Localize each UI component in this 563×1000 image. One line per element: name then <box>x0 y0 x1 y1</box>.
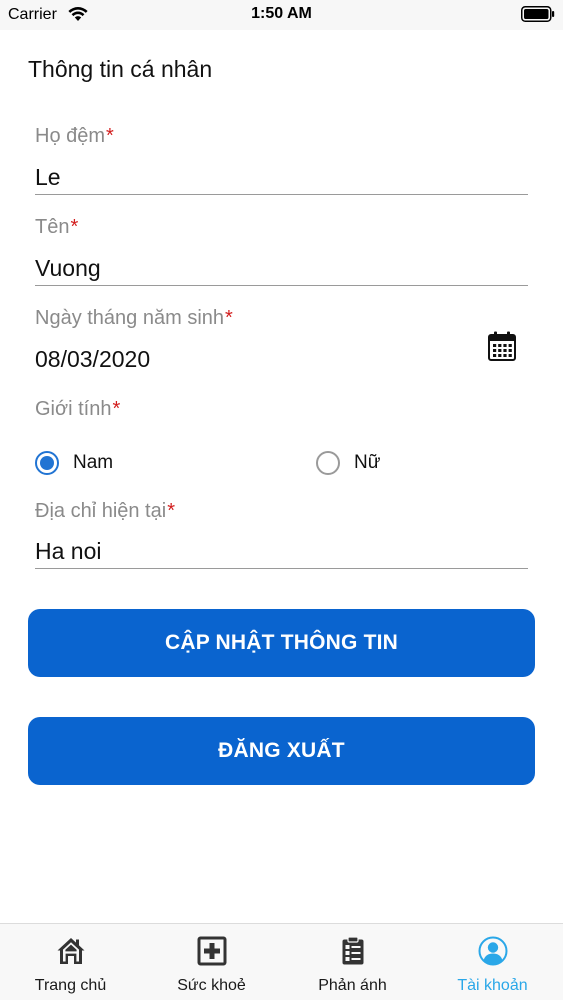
page-title: Thông tin cá nhân <box>28 56 213 82</box>
first-name-label: Tên* <box>35 216 78 239</box>
tab-feedback[interactable]: Phản ánh <box>282 924 423 1000</box>
gender-option-male[interactable]: Nam <box>35 449 113 477</box>
tab-bar: Trang chủ Sức khoẻ Phản ánh Tài khoản <box>0 923 563 1000</box>
first-name-label-text: Tên <box>35 216 70 238</box>
last-name-input[interactable] <box>35 160 528 195</box>
account-icon <box>478 936 507 966</box>
battery-icon <box>521 6 555 22</box>
required-mark: * <box>106 125 114 147</box>
required-mark: * <box>167 500 175 522</box>
radio-checked-icon[interactable] <box>35 451 59 475</box>
birth-date-label-text: Ngày tháng năm sinh <box>35 307 225 329</box>
required-mark: * <box>112 398 121 420</box>
gender-option-label: Nam <box>73 452 114 473</box>
home-icon <box>57 938 84 964</box>
birth-date-label: Ngày tháng năm sinh* <box>35 307 233 330</box>
tab-home[interactable]: Trang chủ <box>0 924 141 1000</box>
required-mark: * <box>70 216 79 238</box>
health-plus-icon <box>197 936 226 966</box>
clipboard-icon <box>342 936 363 965</box>
last-name-label: Họ đệm* <box>35 125 114 148</box>
gender-option-female[interactable]: Nữ <box>316 449 380 477</box>
tab-label: Tài khoản <box>457 977 528 994</box>
tab-label: Sức khoẻ <box>177 977 246 994</box>
gender-label: Giới tính* <box>35 398 120 421</box>
required-mark: * <box>225 307 233 329</box>
tab-label: Phản ánh <box>318 977 387 994</box>
gender-option-label: Nữ <box>354 452 381 473</box>
address-label-text: Địa chỉ hiện tại <box>35 500 167 522</box>
address-input[interactable] <box>35 534 528 569</box>
tab-health[interactable]: Sức khoẻ <box>141 924 282 1000</box>
last-name-label-text: Họ đệm <box>35 125 106 147</box>
radio-unchecked-icon[interactable] <box>316 451 340 475</box>
update-info-button[interactable]: CẬP NHẬT THÔNG TIN <box>28 609 535 677</box>
birth-date-value[interactable]: 08/03/2020 <box>35 346 150 373</box>
address-label: Địa chỉ hiện tại* <box>35 500 175 523</box>
tab-account[interactable]: Tài khoản <box>422 924 563 1000</box>
gender-label-text: Giới tính <box>35 398 112 420</box>
tab-label: Trang chủ <box>34 977 107 994</box>
first-name-input[interactable] <box>35 251 528 286</box>
status-bar: Carrier 1:50 AM <box>0 0 563 30</box>
calendar-icon[interactable] <box>488 331 516 361</box>
status-time: 1:50 AM <box>251 5 312 22</box>
logout-button[interactable]: ĐĂNG XUẤT <box>28 717 535 785</box>
